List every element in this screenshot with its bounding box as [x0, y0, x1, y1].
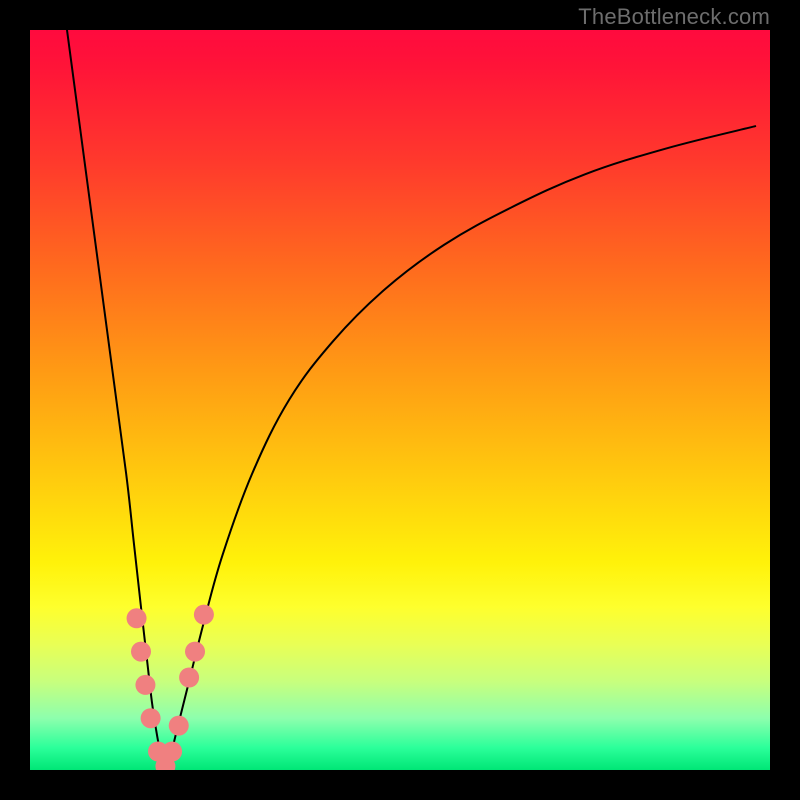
plot-area	[30, 30, 770, 770]
marker-dots	[127, 605, 214, 770]
marker-dot	[141, 708, 161, 728]
curve-left-branch	[67, 30, 165, 770]
marker-dot	[162, 742, 182, 762]
marker-dot	[185, 642, 205, 662]
marker-dot	[135, 675, 155, 695]
marker-dot	[127, 608, 147, 628]
marker-dot	[194, 605, 214, 625]
marker-dot	[131, 642, 151, 662]
chart-frame: TheBottleneck.com	[0, 0, 800, 800]
marker-dot	[179, 668, 199, 688]
curve-right-branch	[165, 126, 755, 770]
watermark-text: TheBottleneck.com	[578, 4, 770, 30]
curve-layer	[30, 30, 770, 770]
marker-dot	[169, 716, 189, 736]
